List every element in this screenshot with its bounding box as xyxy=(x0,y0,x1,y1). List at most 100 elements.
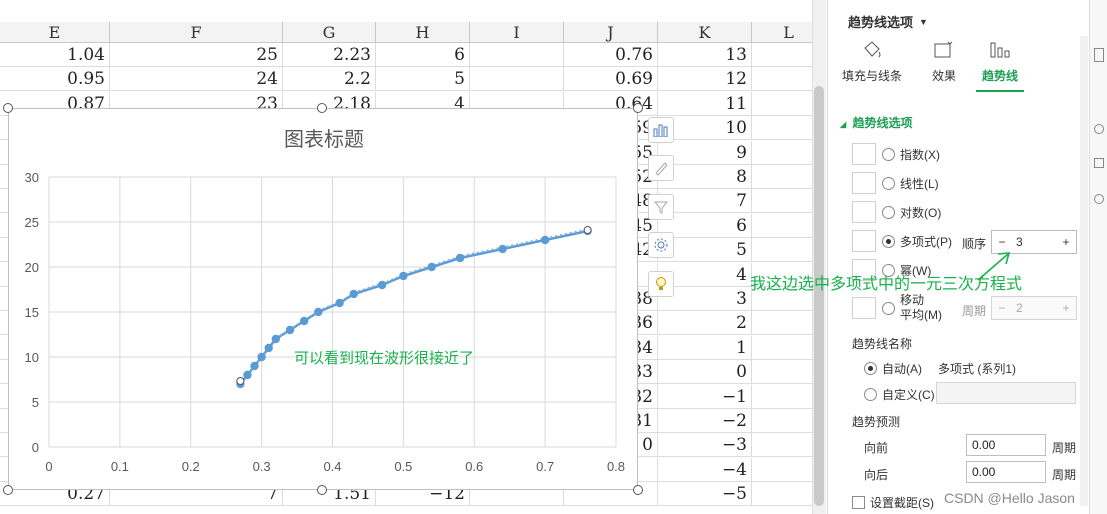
x-tick-label: 0.4 xyxy=(323,459,341,474)
toolbar-icon-4[interactable] xyxy=(1094,194,1104,204)
chart-idea-icon[interactable] xyxy=(648,271,674,297)
chart-settings-icon[interactable] xyxy=(648,232,674,258)
custom-name-input[interactable] xyxy=(936,382,1076,404)
tab-fill-line-label: 填充与线条 xyxy=(841,69,902,83)
data-point xyxy=(498,244,507,254)
column-header-f[interactable]: F xyxy=(110,22,283,43)
table-cell[interactable]: −2 xyxy=(658,409,752,433)
table-cell[interactable]: 0.76 xyxy=(564,43,658,67)
option-polynomial[interactable]: 多项式(P) xyxy=(852,230,952,252)
radio-polynomial[interactable] xyxy=(882,234,895,248)
radio-auto-name[interactable] xyxy=(864,362,877,375)
y-tick-label: 20 xyxy=(25,260,39,275)
panel-scrollbar[interactable] xyxy=(1080,36,1088,506)
table-cell[interactable]: 0.95 xyxy=(0,67,110,91)
label-linear: 线性(L) xyxy=(900,176,939,191)
column-header-e[interactable]: E xyxy=(0,22,110,43)
column-header-g[interactable]: G xyxy=(283,22,376,43)
resize-handle-tc[interactable] xyxy=(317,103,327,113)
series-handle-end xyxy=(583,226,592,234)
label-exponential: 指数(X) xyxy=(900,147,940,162)
annotation-arrow xyxy=(977,252,1011,281)
label-log: 对数(O) xyxy=(900,205,942,220)
period-decrement[interactable]: − xyxy=(992,301,1012,315)
table-cell[interactable]: 5 xyxy=(376,67,470,91)
tab-trendline[interactable]: 趋势线 xyxy=(976,40,1024,92)
table-cell[interactable]: 2 xyxy=(658,311,752,335)
x-tick-label: 0.5 xyxy=(394,459,412,474)
table-cell[interactable]: −5 xyxy=(658,482,752,506)
column-header-k[interactable]: K xyxy=(658,22,752,43)
order-increment[interactable]: + xyxy=(1056,235,1076,249)
radio-custom-name[interactable] xyxy=(864,388,877,401)
table-cell[interactable] xyxy=(470,67,564,91)
table-cell[interactable]: −4 xyxy=(658,458,752,482)
period-value[interactable]: 2 xyxy=(1012,301,1056,315)
x-tick-label: 0.7 xyxy=(536,459,554,474)
moving-average-icon xyxy=(852,297,876,319)
resize-handle-bl[interactable] xyxy=(3,485,13,495)
column-header-i[interactable]: I xyxy=(470,22,564,43)
x-tick-label: 0.1 xyxy=(111,459,129,474)
option-moving-average[interactable]: 移动 平均(M) xyxy=(852,293,942,323)
radio-linear[interactable] xyxy=(882,176,895,190)
table-cell[interactable]: 1.04 xyxy=(0,43,110,67)
tab-trendline-label: 趋势线 xyxy=(981,69,1018,83)
section-trendline-options[interactable]: ◢ 趋势线选项 xyxy=(840,114,913,131)
spreadsheet[interactable]: EFGHIJKL 1.04 25 2.23 6 0.76 13 0.95 24 2.2 5 0.69… xyxy=(0,0,826,514)
toolbar-icon-1[interactable] xyxy=(1094,48,1104,62)
resize-handle-tl[interactable] xyxy=(3,103,13,113)
table-cell[interactable]: 0.69 xyxy=(564,67,658,91)
data-point xyxy=(540,235,550,245)
y-tick-label: 0 xyxy=(32,440,39,455)
table-cell[interactable]: 13 xyxy=(658,43,752,67)
table-cell[interactable]: 24 xyxy=(110,67,283,91)
checkbox-intercept[interactable] xyxy=(852,496,865,509)
table-cell[interactable]: −3 xyxy=(658,433,752,457)
table-cell[interactable]: 0 xyxy=(658,360,752,384)
data-point xyxy=(427,262,436,272)
table-cell[interactable]: −1 xyxy=(658,385,752,409)
toolbar-icon-2[interactable] xyxy=(1094,124,1104,134)
resize-handle-bc[interactable] xyxy=(317,485,327,495)
table-cell[interactable]: 11 xyxy=(658,92,752,116)
scrollbar-thumb[interactable] xyxy=(814,86,824,506)
resize-handle-tr[interactable] xyxy=(633,103,643,113)
resize-handle-br[interactable] xyxy=(633,485,643,495)
radio-exponential[interactable] xyxy=(882,147,895,161)
toolbar-icon-3[interactable] xyxy=(1094,158,1104,168)
chart-elements-icon[interactable] xyxy=(648,117,674,143)
tab-effects[interactable]: 效果 xyxy=(920,40,968,84)
data-point xyxy=(250,361,259,371)
table-cell[interactable]: 1 xyxy=(658,336,752,360)
option-custom-name[interactable]: 自定义(C) xyxy=(864,386,935,403)
table-cell[interactable] xyxy=(470,43,564,67)
table-cell[interactable]: 2.2 xyxy=(283,67,376,91)
data-point xyxy=(377,280,387,290)
table-cell[interactable]: 6 xyxy=(376,43,470,67)
x-tick-label: 0 xyxy=(45,459,52,474)
forward-input[interactable]: 0.00 xyxy=(966,434,1046,456)
radio-log[interactable] xyxy=(882,205,895,219)
option-log[interactable]: 对数(O) xyxy=(852,201,941,223)
option-exponential[interactable]: 指数(X) xyxy=(852,143,940,165)
panel-header-dropdown[interactable]: 趋势线选项 ▼ xyxy=(848,12,928,31)
period-stepper[interactable]: − 2 + xyxy=(991,296,1077,320)
radio-moving-average[interactable] xyxy=(882,301,895,315)
chart-style-icon[interactable] xyxy=(648,155,674,181)
option-auto-name[interactable]: 自动(A) xyxy=(864,360,922,377)
table-cell[interactable]: 25 xyxy=(110,43,283,67)
table-cell[interactable]: 12 xyxy=(658,67,752,91)
backward-input[interactable]: 0.00 xyxy=(966,461,1046,483)
tab-fill-line[interactable]: 填充与线条 xyxy=(840,40,904,84)
column-header-h[interactable]: H xyxy=(376,22,470,43)
auto-name-value: 多项式 (系列1) xyxy=(938,362,1017,376)
period-increment[interactable]: + xyxy=(1056,301,1076,315)
table-cell[interactable]: 2.23 xyxy=(283,43,376,67)
option-linear[interactable]: 线性(L) xyxy=(852,172,939,194)
chart-area[interactable]: 图表标题 0 0.1 0.2 0.3 0.4 0.5 0.6 0.7 0.8 0 5 10 15 20 25… xyxy=(8,108,638,490)
chart-filter-icon[interactable] xyxy=(648,194,674,220)
x-tick-label: 0.6 xyxy=(465,459,483,474)
column-header-j[interactable]: J xyxy=(564,22,658,43)
option-set-intercept[interactable]: 设置截距(S) xyxy=(852,494,934,511)
